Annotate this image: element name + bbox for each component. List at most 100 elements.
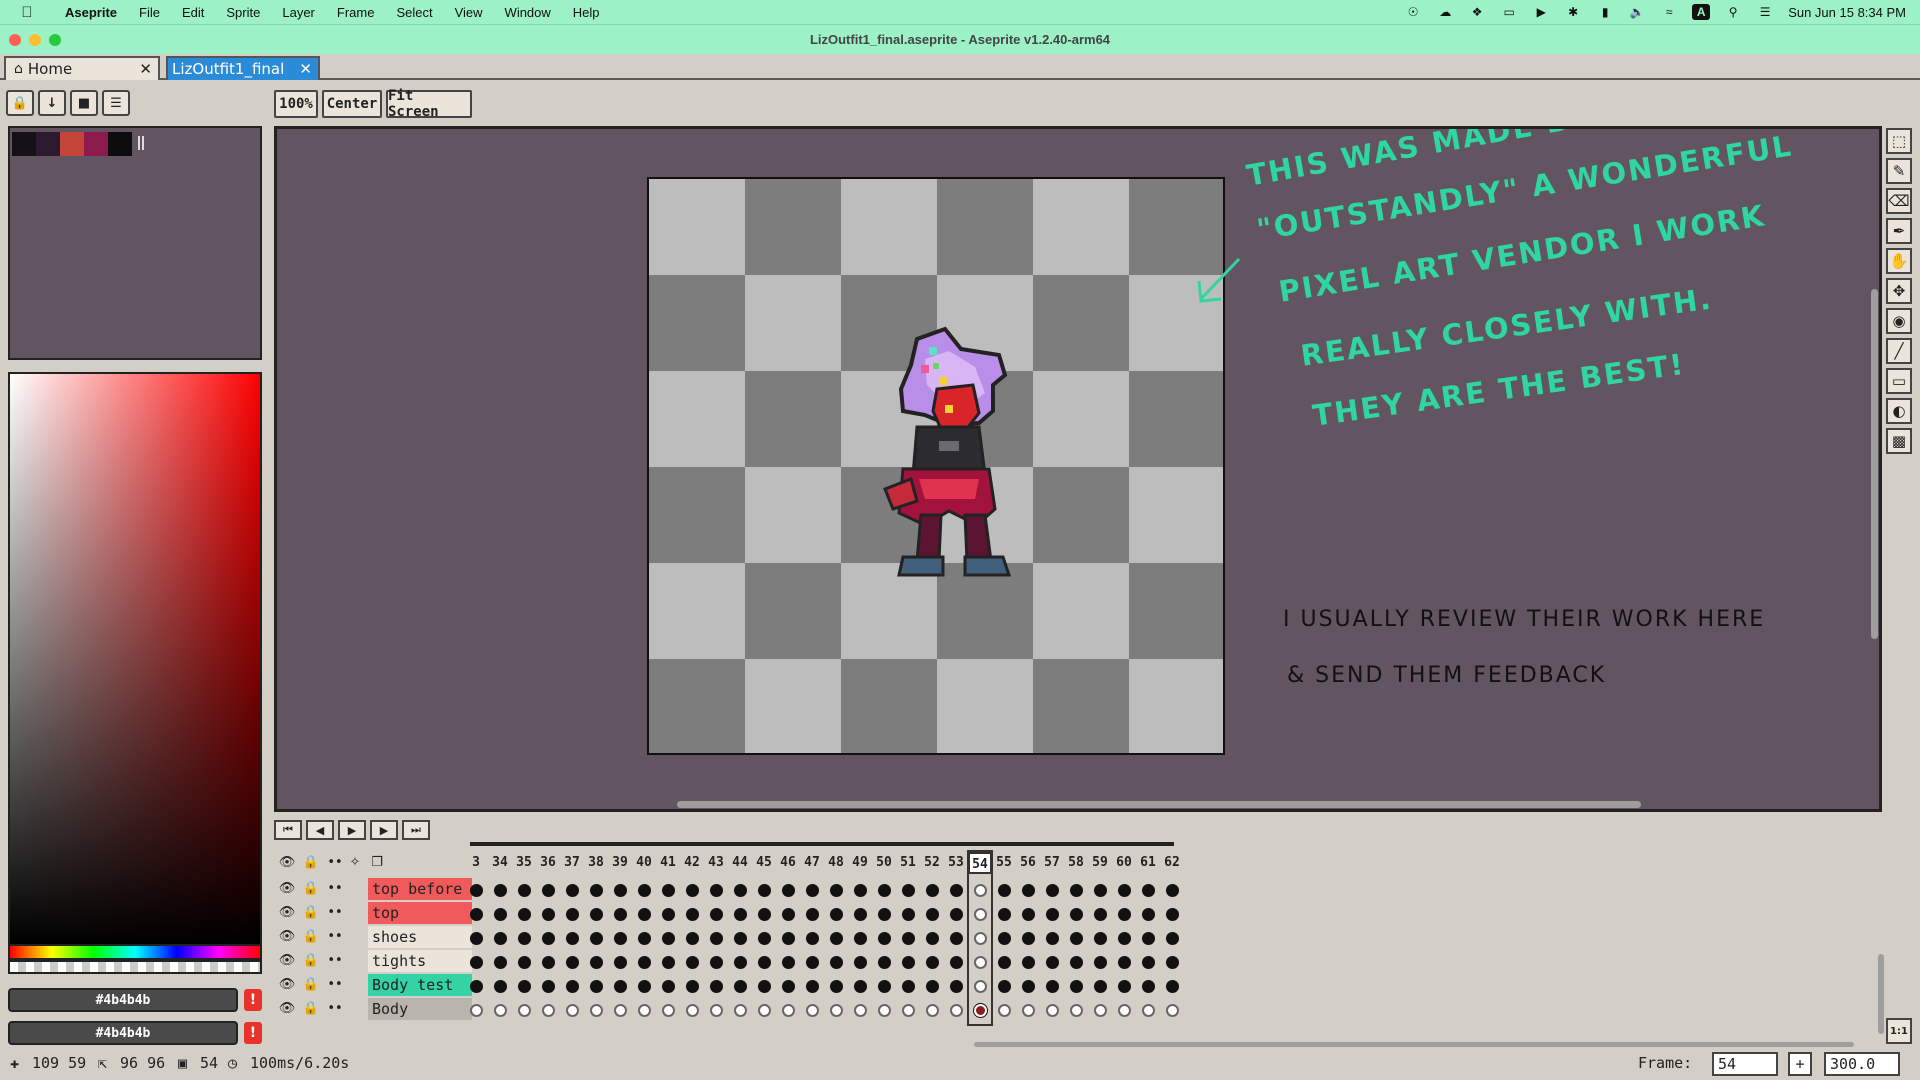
- timeline-cel[interactable]: [992, 926, 1016, 950]
- editor-horizontal-scrollbar[interactable]: [677, 801, 1641, 808]
- timeline-cel[interactable]: [656, 926, 680, 950]
- lock-palette-button[interactable]: 🔒: [6, 90, 34, 116]
- timeline-cel[interactable]: [1016, 878, 1040, 902]
- spotlight-search-icon[interactable]: ⚲: [1724, 5, 1742, 19]
- timeline-cel[interactable]: [728, 878, 752, 902]
- timeline-cel[interactable]: [464, 974, 488, 998]
- palette-presets-button[interactable]: ■: [70, 90, 98, 116]
- palette-swatch[interactable]: [108, 132, 132, 156]
- timeline-cel[interactable]: [776, 974, 800, 998]
- timeline-cel[interactable]: [848, 902, 872, 926]
- timeline-cel[interactable]: [680, 902, 704, 926]
- timeline-cel[interactable]: [488, 950, 512, 974]
- timeline-cel[interactable]: [1088, 950, 1112, 974]
- menu-layer[interactable]: Layer: [271, 5, 326, 20]
- frame-number[interactable]: 56: [1016, 852, 1040, 874]
- timeline-cel[interactable]: [824, 926, 848, 950]
- pencil-tool[interactable]: ✎: [1886, 158, 1912, 184]
- frame-number[interactable]: 50: [872, 852, 896, 874]
- frame-number[interactable]: 59: [1088, 852, 1112, 874]
- tab-document[interactable]: LizOutfit1_final ✕: [166, 56, 320, 80]
- first-frame-button[interactable]: ⏮: [274, 820, 302, 840]
- wifi-icon[interactable]: ≈: [1660, 5, 1678, 19]
- timeline-cel[interactable]: [920, 878, 944, 902]
- move-tool[interactable]: ✥: [1886, 278, 1912, 304]
- timeline-cel[interactable]: [536, 902, 560, 926]
- layer-continuous-icon[interactable]: ••: [324, 878, 346, 900]
- timeline-cel[interactable]: [536, 926, 560, 950]
- timeline-cel[interactable]: [560, 902, 584, 926]
- line-tool[interactable]: ╱: [1886, 338, 1912, 364]
- timeline-cel[interactable]: [560, 998, 584, 1022]
- timeline-cel[interactable]: [656, 974, 680, 998]
- timeline-cel[interactable]: [584, 926, 608, 950]
- timeline-cel[interactable]: [824, 902, 848, 926]
- timeline-cel[interactable]: [728, 902, 752, 926]
- timeline-cel[interactable]: [1040, 902, 1064, 926]
- fit-screen-button[interactable]: Fit Screen: [386, 88, 472, 120]
- timeline-cel[interactable]: [896, 878, 920, 902]
- layer-continuous-icon[interactable]: ••: [324, 950, 346, 972]
- timeline-cel[interactable]: [488, 926, 512, 950]
- timeline-cel[interactable]: [992, 998, 1016, 1022]
- paint-bucket-tool[interactable]: ◉: [1886, 308, 1912, 334]
- timeline-cel[interactable]: [704, 926, 728, 950]
- dropbox-icon[interactable]: ❖: [1468, 5, 1486, 19]
- timeline-cel[interactable]: [920, 926, 944, 950]
- menu-view[interactable]: View: [444, 5, 494, 20]
- timeline-cel[interactable]: [752, 878, 776, 902]
- timeline-cel[interactable]: [536, 974, 560, 998]
- timeline-cel[interactable]: [1136, 998, 1160, 1022]
- layer-name[interactable]: shoes: [368, 926, 472, 948]
- timeline-cel[interactable]: [1040, 998, 1064, 1022]
- timeline-cel[interactable]: [680, 878, 704, 902]
- timeline-cel[interactable]: [608, 974, 632, 998]
- timeline-cel[interactable]: [944, 974, 968, 998]
- timeline-cel[interactable]: [776, 926, 800, 950]
- layer-visibility-eye-icon[interactable]: 👁: [276, 998, 298, 1020]
- timeline-cel[interactable]: [728, 950, 752, 974]
- timeline-cel[interactable]: [1088, 878, 1112, 902]
- contour-tool[interactable]: ◐: [1886, 398, 1912, 424]
- menu-window[interactable]: Window: [494, 5, 562, 20]
- timeline-cel[interactable]: [752, 974, 776, 998]
- palette-swatch[interactable]: [12, 132, 36, 156]
- timeline-cel[interactable]: [800, 974, 824, 998]
- timeline-cel[interactable]: [656, 902, 680, 926]
- menu-clock[interactable]: Sun Jun 15 8:34 PM: [1788, 5, 1906, 20]
- timeline-cel[interactable]: [872, 902, 896, 926]
- pixel-ratio-button[interactable]: 1:1: [1886, 1018, 1912, 1044]
- layer-lock-icon[interactable]: 🔒: [300, 974, 322, 996]
- timeline-cel[interactable]: [848, 974, 872, 998]
- timeline-cel[interactable]: [560, 974, 584, 998]
- timeline-cel[interactable]: [1040, 950, 1064, 974]
- timeline-cel[interactable]: [920, 974, 944, 998]
- sprite-canvas[interactable]: [647, 177, 1225, 755]
- layer-name[interactable]: Body: [368, 998, 472, 1020]
- frame-number[interactable]: 48: [824, 852, 848, 874]
- layer-lock-icon[interactable]: 🔒: [300, 950, 322, 972]
- color-spectrum-picker[interactable]: [8, 372, 262, 946]
- timeline-cel[interactable]: [776, 950, 800, 974]
- layer-name[interactable]: top: [368, 902, 472, 924]
- play-button[interactable]: ▶: [338, 820, 366, 840]
- palette-swatch[interactable]: [36, 132, 60, 156]
- timeline-cel[interactable]: [776, 998, 800, 1022]
- timeline-cel[interactable]: [872, 926, 896, 950]
- frame-number[interactable]: 49: [848, 852, 872, 874]
- timeline-cel[interactable]: [1088, 902, 1112, 926]
- timeline-cel[interactable]: [896, 998, 920, 1022]
- timeline-cel[interactable]: [512, 926, 536, 950]
- hand-tool[interactable]: ✋: [1886, 248, 1912, 274]
- layer-continuous-icon[interactable]: ••: [324, 926, 346, 948]
- close-tab-icon[interactable]: ✕: [139, 60, 152, 78]
- timeline-cel[interactable]: [1112, 998, 1136, 1022]
- timeline-cel[interactable]: [800, 878, 824, 902]
- timeline-cel[interactable]: [512, 998, 536, 1022]
- layer-visibility-eye-icon[interactable]: 👁: [276, 974, 298, 996]
- timeline-cel[interactable]: [704, 974, 728, 998]
- layer-continuous-icon[interactable]: ••: [324, 902, 346, 924]
- frame-number[interactable]: 57: [1040, 852, 1064, 874]
- timeline-cel[interactable]: [944, 950, 968, 974]
- timeline-cel[interactable]: [824, 998, 848, 1022]
